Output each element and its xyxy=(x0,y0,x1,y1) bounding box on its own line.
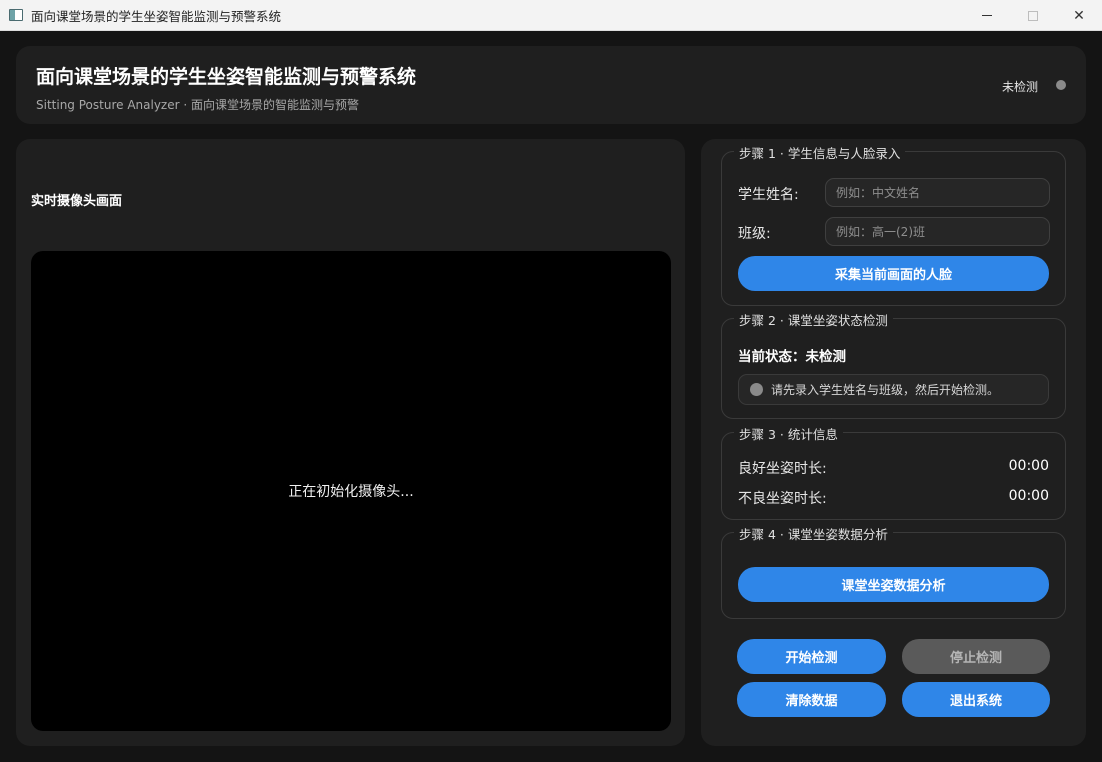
start-detection-button[interactable]: 开始检测 xyxy=(737,639,886,674)
capture-face-button[interactable]: 采集当前画面的人脸 xyxy=(738,256,1049,291)
camera-view: 正在初始化摄像头... xyxy=(31,251,671,731)
camera-panel: 实时摄像头画面 正在初始化摄像头... xyxy=(16,139,685,746)
minimize-icon xyxy=(982,15,992,16)
app-subtitle: Sitting Posture Analyzer · 面向课堂场景的智能监测与预… xyxy=(36,98,359,112)
hint-box: 请先录入学生姓名与班级，然后开始检测。 xyxy=(738,374,1049,405)
app-header: 面向课堂场景的学生坐姿智能监测与预警系统 Sitting Posture Ana… xyxy=(16,46,1086,124)
stop-detection-button[interactable]: 停止检测 xyxy=(902,639,1050,674)
exit-system-button[interactable]: 退出系统 xyxy=(902,682,1050,717)
step1-title: 步骤 1 · 学生信息与人脸录入 xyxy=(734,143,906,162)
step3-group: 步骤 3 · 统计信息 良好坐姿时长: 00:00 不良坐姿时长: 00:00 xyxy=(721,424,1066,520)
clear-data-button[interactable]: 清除数据 xyxy=(737,682,886,717)
class-input[interactable] xyxy=(825,217,1050,246)
camera-title: 实时摄像头画面 xyxy=(31,194,123,209)
class-label: 班级: xyxy=(738,226,771,242)
student-name-input[interactable] xyxy=(825,178,1050,207)
window-controls: ✕ xyxy=(964,0,1102,31)
app-title: 面向课堂场景的学生坐姿智能监测与预警系统 xyxy=(36,66,417,88)
camera-message: 正在初始化摄像头... xyxy=(288,484,414,500)
bad-posture-value: 00:00 xyxy=(1008,488,1049,504)
step2-title: 步骤 2 · 课堂坐姿状态检测 xyxy=(734,310,893,329)
current-state-text: 当前状态：未检测 xyxy=(738,349,846,365)
step1-group: 步骤 1 · 学生信息与人脸录入 学生姓名: 班级: 采集当前画面的人脸 xyxy=(721,143,1066,306)
app-icon xyxy=(9,9,23,21)
analyze-data-button[interactable]: 课堂坐姿数据分析 xyxy=(738,567,1049,602)
bad-posture-label: 不良坐姿时长: xyxy=(738,491,827,507)
step2-group: 步骤 2 · 课堂坐姿状态检测 当前状态：未检测 请先录入学生姓名与班级，然后开… xyxy=(721,310,1066,419)
hint-status-icon xyxy=(750,383,763,396)
detection-status-label: 未检测 xyxy=(1001,80,1038,94)
close-button[interactable]: ✕ xyxy=(1056,0,1102,31)
good-posture-label: 良好坐姿时长: xyxy=(738,461,827,477)
good-posture-value: 00:00 xyxy=(1008,458,1049,474)
status-indicator-icon xyxy=(1056,80,1066,90)
control-panel: 步骤 1 · 学生信息与人脸录入 学生姓名: 班级: 采集当前画面的人脸 步骤 … xyxy=(701,139,1086,746)
close-icon: ✕ xyxy=(1073,7,1085,24)
minimize-button[interactable] xyxy=(964,0,1010,31)
student-name-label: 学生姓名: xyxy=(738,187,799,203)
hint-text: 请先录入学生姓名与班级，然后开始检测。 xyxy=(771,383,1000,397)
maximize-icon xyxy=(1028,10,1038,21)
step3-title: 步骤 3 · 统计信息 xyxy=(734,424,843,443)
maximize-button[interactable] xyxy=(1010,0,1056,31)
step4-title: 步骤 4 · 课堂坐姿数据分析 xyxy=(734,524,893,543)
step4-group: 步骤 4 · 课堂坐姿数据分析 课堂坐姿数据分析 xyxy=(721,524,1066,619)
window-title: 面向课堂场景的学生坐姿智能监测与预警系统 xyxy=(31,8,282,24)
window-titlebar: 面向课堂场景的学生坐姿智能监测与预警系统 ✕ xyxy=(0,0,1102,31)
